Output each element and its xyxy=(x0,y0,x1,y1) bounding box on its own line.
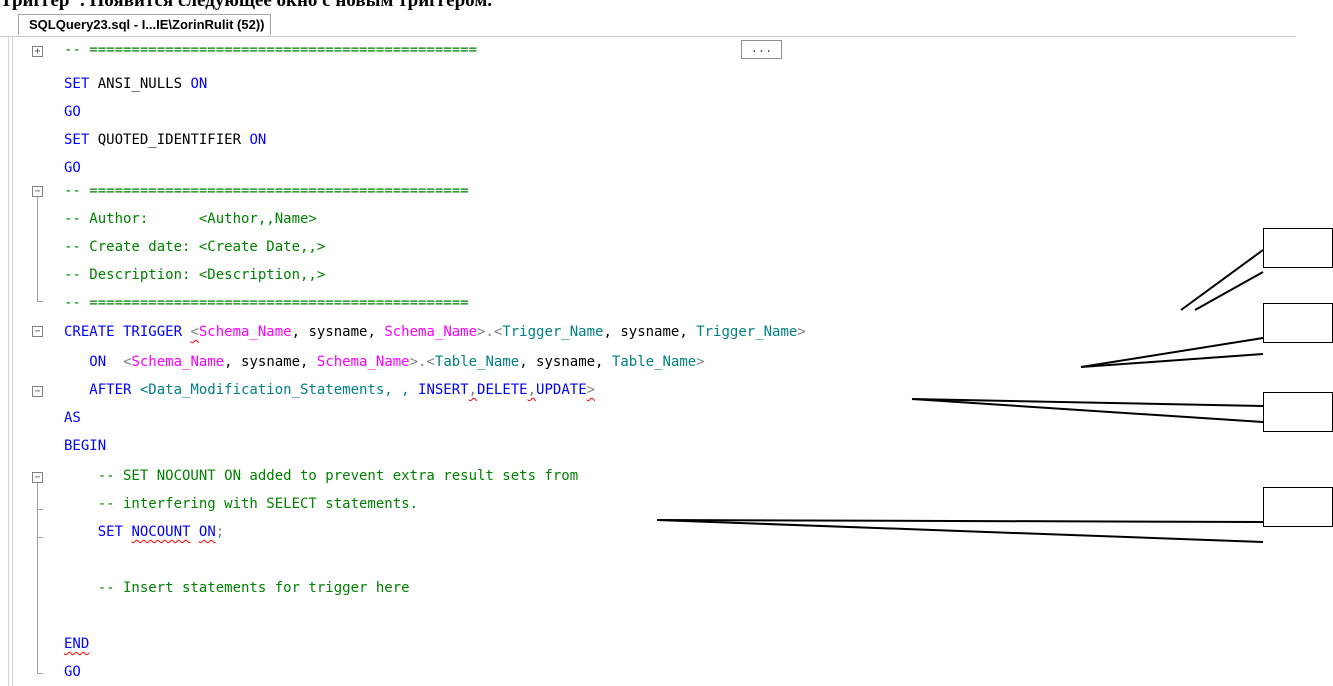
code-line: END xyxy=(64,636,90,652)
leader-line xyxy=(1180,249,1264,311)
leader-line xyxy=(656,519,1264,523)
collapse-region-icon[interactable]: − xyxy=(32,472,43,483)
code-line: -- =====================================… xyxy=(64,183,469,199)
code-line: AS xyxy=(64,410,81,426)
fold-guide-line xyxy=(37,537,38,673)
code-line: -- SET NOCOUNT ON added to prevent extra… xyxy=(64,468,579,484)
code-line: SET NOCOUNT ON; xyxy=(64,524,225,540)
fold-guide-line xyxy=(37,483,38,537)
code-line-create-trigger: CREATE TRIGGER <Schema_Name, sysname, Sc… xyxy=(64,324,806,340)
code-line-after-statements: AFTER <Data_Modification_Statements, , I… xyxy=(64,382,596,398)
code-line: SET QUOTED_IDENTIFIER ON xyxy=(64,132,267,148)
leader-line xyxy=(656,519,1264,543)
callout-box-4 xyxy=(1263,487,1333,527)
code-line: -- Description: <Description,,> xyxy=(64,267,326,283)
tab-strip: SQLQuery23.sql - I...IE\ZorinRulit (52)) xyxy=(0,14,1296,37)
collapsed-region-indicator[interactable]: ... xyxy=(741,40,782,59)
code-line: GO xyxy=(64,160,81,176)
tab-query-document[interactable]: SQLQuery23.sql - I...IE\ZorinRulit (52)) xyxy=(18,14,272,35)
code-line: GO xyxy=(64,104,81,120)
code-line-on-table: ON <Schema_Name, sysname, Schema_Name>.<… xyxy=(64,354,705,370)
expand-region-icon[interactable]: + xyxy=(32,46,43,57)
editor-left-border xyxy=(8,36,13,686)
document-heading: Триггер". Появится следующее окно с новы… xyxy=(0,0,493,11)
leader-line xyxy=(911,398,1264,407)
code-line: -- =====================================… xyxy=(64,42,478,58)
fold-guide-end xyxy=(37,673,43,674)
code-line: -- Insert statements for trigger here xyxy=(64,580,410,596)
callout-box-3 xyxy=(1263,392,1333,432)
leader-line xyxy=(1194,271,1264,311)
code-line: -- interfering with SELECT statements. xyxy=(64,496,419,512)
code-line: BEGIN xyxy=(64,438,107,454)
collapse-region-icon[interactable]: − xyxy=(32,186,43,197)
fold-guide-line xyxy=(37,197,38,301)
fold-guide-end xyxy=(37,301,43,302)
leader-line xyxy=(911,398,1264,423)
leader-line xyxy=(1080,337,1264,368)
code-line: -- Author: <Author,,Name> xyxy=(64,211,317,227)
code-line: SET ANSI_NULLS ON xyxy=(64,76,208,92)
collapse-region-icon[interactable]: − xyxy=(32,326,43,337)
code-line: -- Create date: <Create Date,,> xyxy=(64,239,326,255)
leader-line xyxy=(1080,353,1264,368)
code-editor[interactable]: -- =====================================… xyxy=(64,38,806,680)
code-line: GO xyxy=(64,664,81,680)
collapse-region-icon[interactable]: − xyxy=(32,386,43,397)
fold-guide-tick xyxy=(37,509,43,510)
callout-box-2 xyxy=(1263,303,1333,343)
callout-box-1 xyxy=(1263,228,1333,268)
code-line: -- =====================================… xyxy=(64,295,469,311)
